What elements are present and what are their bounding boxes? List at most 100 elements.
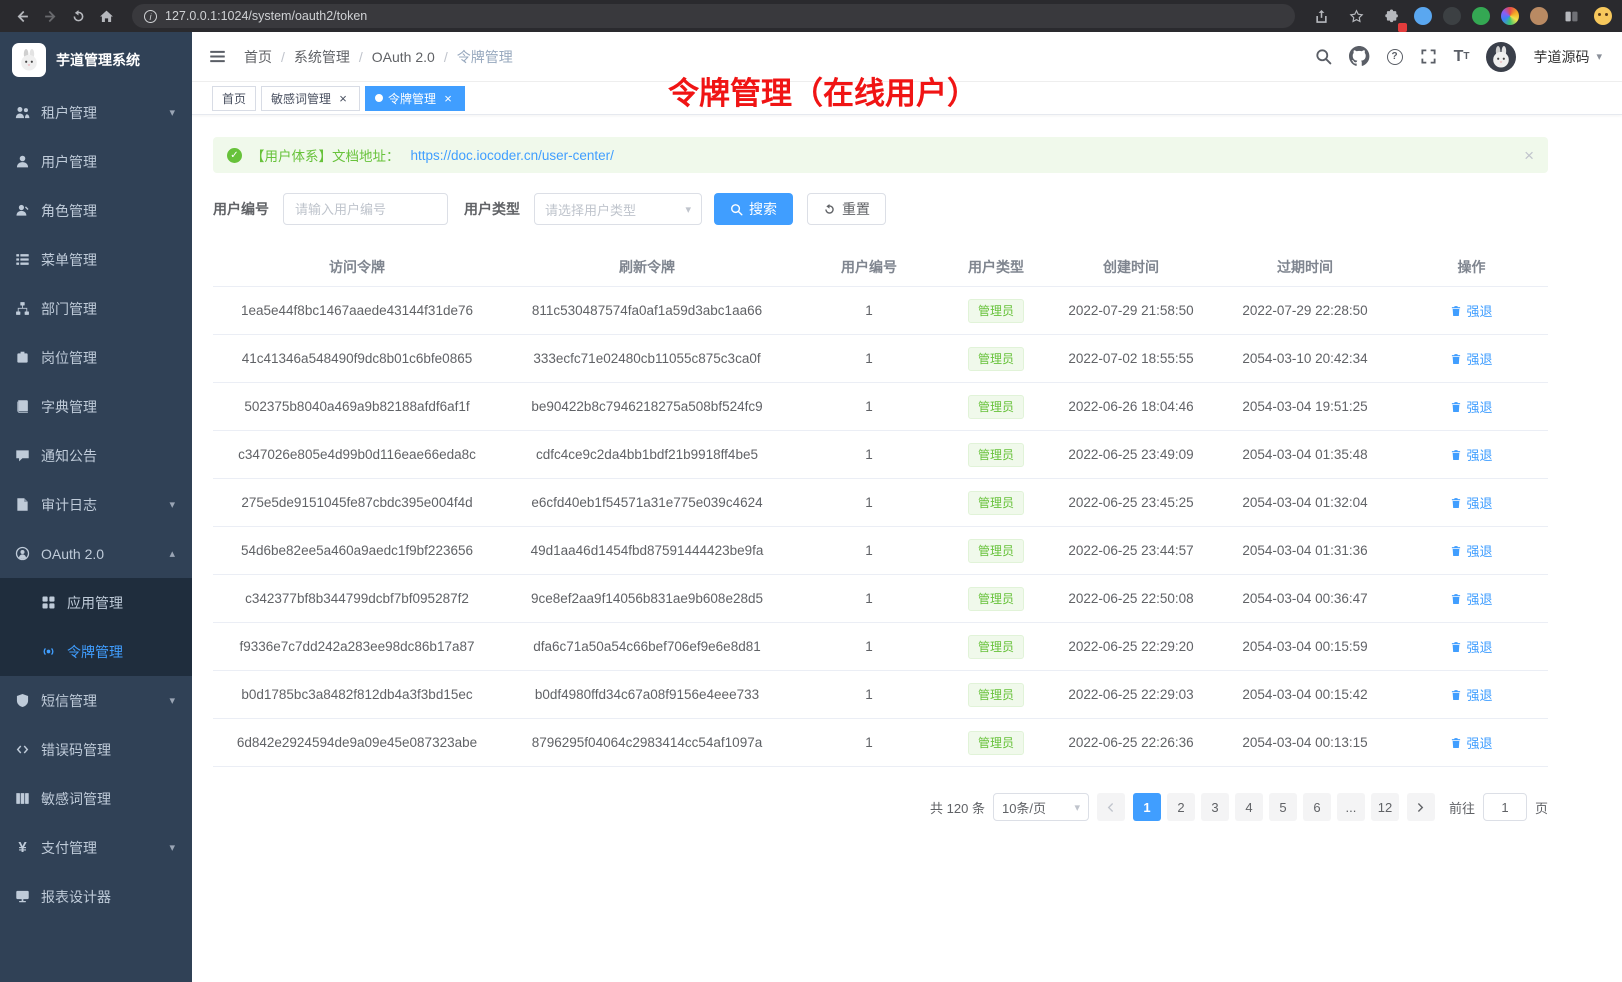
share-icon[interactable] <box>1309 4 1333 28</box>
back-icon[interactable] <box>10 4 34 28</box>
next-page-button[interactable] <box>1407 793 1435 821</box>
sidebar-item[interactable]: 报表设计器 <box>0 872 192 921</box>
user-type-select[interactable]: 请选择用户类型 ▾ <box>534 193 702 225</box>
extension-icon-blue[interactable] <box>1414 7 1432 25</box>
breadcrumb-item[interactable]: 令牌管理 <box>457 47 513 67</box>
token-table: 访问令牌 刷新令牌 用户编号 用户类型 创建时间 过期时间 操作 1ea5e44… <box>213 247 1548 767</box>
caret-down-icon[interactable]: ▾ <box>1596 50 1602 63</box>
sidebar-item-label: 租户管理 <box>41 103 159 123</box>
expire-time-cell: 2054-03-10 20:42:34 <box>1215 351 1395 366</box>
tag[interactable]: 首页 × <box>212 86 256 111</box>
force-logout-button[interactable]: 强退 <box>1450 349 1492 368</box>
pay-icon: ¥ <box>14 839 31 856</box>
goto-label: 前往 <box>1449 798 1475 817</box>
sidebar-item[interactable]: OAuth 2.0 ▴ <box>0 529 192 578</box>
breadcrumb-item[interactable]: OAuth 2.0 <box>372 49 457 65</box>
sidebar-item[interactable]: 角色管理 <box>0 186 192 235</box>
user-avatar[interactable] <box>1486 42 1516 72</box>
doc-link[interactable]: https://doc.iocoder.cn/user-center/ <box>411 148 614 163</box>
access-token-cell: 502375b8040a469a9b82188afdf6af1f <box>213 399 501 414</box>
extension-icon-green[interactable] <box>1472 7 1490 25</box>
sidebar-item[interactable]: 敏感词管理 <box>0 774 192 823</box>
page-size-select[interactable]: 10条/页 ▾ <box>993 793 1089 821</box>
user-id-cell: 1 <box>793 351 945 366</box>
profile-avatar[interactable] <box>1594 7 1612 25</box>
page-button[interactable]: 4 <box>1235 793 1263 821</box>
tag-close-icon[interactable]: × <box>336 91 350 105</box>
home-icon[interactable] <box>94 4 118 28</box>
fullscreen-icon[interactable] <box>1420 48 1437 65</box>
tag[interactable]: 令牌管理 × <box>365 86 465 111</box>
help-icon[interactable]: ? <box>1387 49 1403 65</box>
force-logout-button[interactable]: 强退 <box>1450 541 1492 560</box>
extension-icon-dark[interactable] <box>1443 7 1461 25</box>
sidebar-item[interactable]: ¥ 支付管理 ▾ <box>0 823 192 872</box>
sidebar-item[interactable]: 菜单管理 <box>0 235 192 284</box>
alert-close-icon[interactable]: × <box>1524 147 1534 164</box>
page-button[interactable]: 12 <box>1371 793 1399 821</box>
refresh-token-cell: b0df4980ffd34c67a08f9156e4eee733 <box>501 687 793 702</box>
table-row: 1ea5e44f8bc1467aaede43144f31de76 811c530… <box>213 287 1548 335</box>
sidebar-item[interactable]: 应用管理 <box>0 578 192 627</box>
sidebar-item[interactable]: 令牌管理 <box>0 627 192 676</box>
sidebar-item[interactable]: 错误码管理 <box>0 725 192 774</box>
breadcrumb-item[interactable]: 系统管理 <box>294 47 372 67</box>
hamburger-icon[interactable] <box>209 48 226 65</box>
extension-icon-paw[interactable] <box>1530 7 1548 25</box>
prev-page-button[interactable] <box>1097 793 1125 821</box>
sidebar-item[interactable]: 租户管理 ▾ <box>0 88 192 137</box>
expire-time-cell: 2022-07-29 22:28:50 <box>1215 303 1395 318</box>
github-icon[interactable] <box>1349 46 1369 66</box>
force-logout-button[interactable]: 强退 <box>1450 637 1492 656</box>
extension-icon-rainbow[interactable] <box>1501 7 1519 25</box>
user-id-input[interactable] <box>283 193 448 225</box>
user-name[interactable]: 芋道源码 <box>1533 47 1589 67</box>
page-button[interactable]: 6 <box>1303 793 1331 821</box>
force-logout-button[interactable]: 强退 <box>1450 493 1492 512</box>
page-button[interactable]: 5 <box>1269 793 1297 821</box>
app-logo[interactable]: 芋道管理系统 <box>0 32 192 88</box>
force-logout-button[interactable]: 强退 <box>1450 445 1492 464</box>
sidebar-item[interactable]: 部门管理 <box>0 284 192 333</box>
force-logout-button[interactable]: 强退 <box>1450 685 1492 704</box>
select-caret-icon: ▾ <box>1074 801 1080 814</box>
search-icon[interactable] <box>1315 48 1332 65</box>
reload-icon[interactable] <box>66 4 90 28</box>
sidebar-item[interactable]: 通知公告 <box>0 431 192 480</box>
user-type-badge: 管理员 <box>968 731 1024 755</box>
tag[interactable]: 敏感词管理 × <box>261 86 360 111</box>
force-logout-button[interactable]: 强退 <box>1450 301 1492 320</box>
sidebar-item[interactable]: 审计日志 ▾ <box>0 480 192 529</box>
font-size-icon[interactable]: TT <box>1454 49 1470 65</box>
sidebar-item[interactable]: 用户管理 <box>0 137 192 186</box>
page-button[interactable]: 1 <box>1133 793 1161 821</box>
col-header-create-time: 创建时间 <box>1047 257 1215 277</box>
dict-icon <box>14 399 31 414</box>
sidebar-item[interactable]: 短信管理 ▾ <box>0 676 192 725</box>
doc-alert: ✓ 【用户体系】文档地址： https://doc.iocoder.cn/use… <box>213 137 1548 173</box>
reset-button[interactable]: 重置 <box>807 193 886 225</box>
bookmark-star-icon[interactable] <box>1344 4 1368 28</box>
extensions-button[interactable] <box>1379 4 1403 28</box>
page-button[interactable]: 3 <box>1201 793 1229 821</box>
search-button[interactable]: 搜索 <box>714 193 793 225</box>
action-cell: 强退 <box>1395 301 1548 320</box>
tag-close-icon[interactable]: × <box>441 91 455 105</box>
page-button[interactable]: ... <box>1337 793 1365 821</box>
action-cell: 强退 <box>1395 445 1548 464</box>
page-button[interactable]: 2 <box>1167 793 1195 821</box>
goto-page-input[interactable] <box>1483 793 1527 821</box>
force-logout-button[interactable]: 强退 <box>1450 397 1492 416</box>
site-info-icon[interactable]: i <box>144 9 157 24</box>
menu-icon <box>14 252 31 267</box>
user-id-cell: 1 <box>793 591 945 606</box>
sidebar-item[interactable]: 字典管理 <box>0 382 192 431</box>
sidebar-item[interactable]: 岗位管理 <box>0 333 192 382</box>
force-logout-button[interactable]: 强退 <box>1450 589 1492 608</box>
force-logout-button[interactable]: 强退 <box>1450 733 1492 752</box>
forward-icon[interactable] <box>38 4 62 28</box>
address-bar[interactable]: i 127.0.0.1:1024/system/oauth2/token <box>132 4 1295 28</box>
user-type-cell: 管理员 <box>945 539 1047 563</box>
split-view-icon[interactable] <box>1559 4 1583 28</box>
breadcrumb-item[interactable]: 首页 <box>244 47 294 67</box>
